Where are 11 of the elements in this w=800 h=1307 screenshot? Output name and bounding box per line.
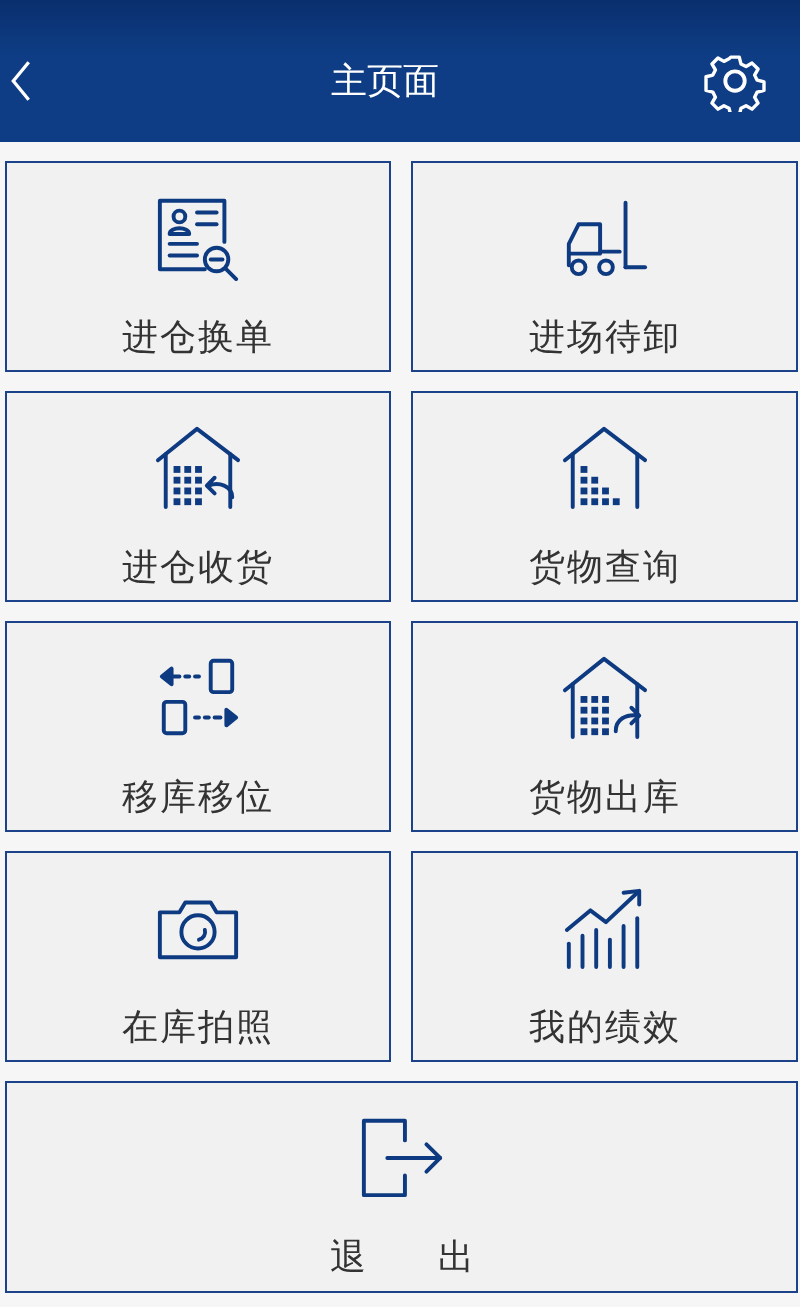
exit-tile[interactable]: 退 出 <box>5 1081 798 1293</box>
menu-tile[interactable]: 移库移位 <box>5 621 391 832</box>
page-title: 主页面 <box>331 58 439 103</box>
menu-tile[interactable]: 我的绩效 <box>411 851 798 1062</box>
menu-tile[interactable]: 进仓收货 <box>5 391 391 602</box>
menu-tile[interactable]: 在库拍照 <box>5 851 391 1062</box>
menu-tile[interactable]: 货物查询 <box>411 391 798 602</box>
back-icon[interactable] <box>10 59 32 103</box>
menu-tile[interactable]: 进场待卸 <box>411 161 798 372</box>
menu-tile[interactable]: 进仓换单 <box>5 161 391 372</box>
menu-tile[interactable]: 货物出库 <box>411 621 798 832</box>
